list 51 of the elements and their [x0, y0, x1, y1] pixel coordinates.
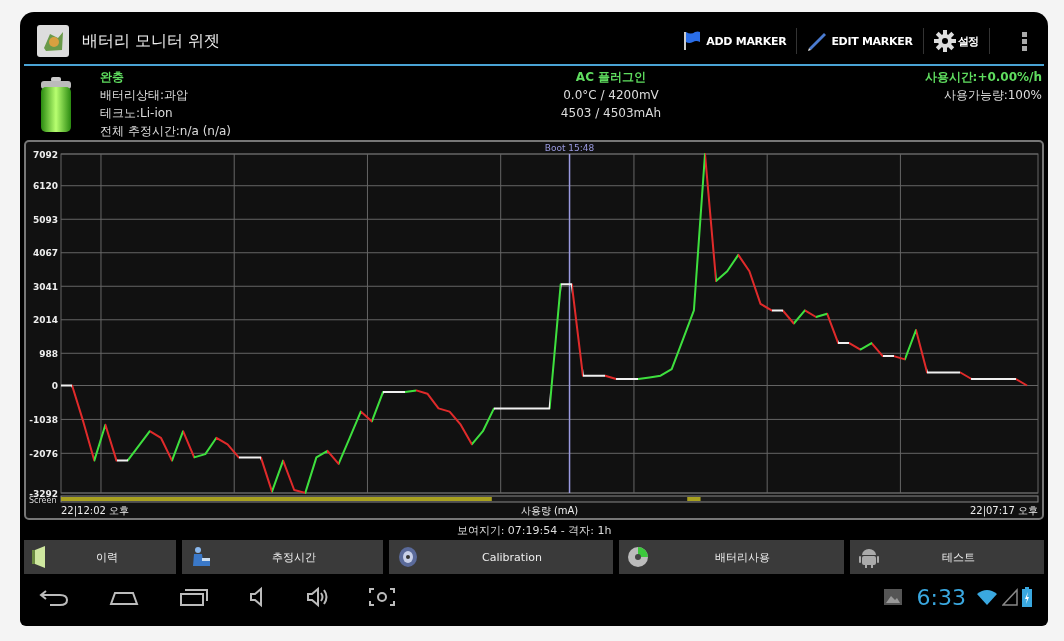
- tab-button[interactable]: 이력: [24, 540, 176, 574]
- action-button[interactable]: ADD MARKER: [680, 26, 789, 56]
- status-text: 0.0°C / 4200mV: [563, 87, 659, 104]
- axis-label: 2014: [32, 315, 58, 326]
- axis-label: 22|07:17 오후: [969, 504, 1038, 517]
- axis-label: 5093: [32, 214, 58, 225]
- volume-up-icon[interactable]: [306, 585, 330, 609]
- figure-icon: [190, 546, 212, 568]
- axis-label: 7092: [32, 149, 58, 160]
- battery-icon: [38, 76, 74, 134]
- status-text: 배터리상태:과압: [100, 87, 190, 104]
- status-text: 사용가능량:100%: [943, 87, 1042, 104]
- app-icon[interactable]: [36, 24, 70, 58]
- screenshot-icon[interactable]: [368, 585, 396, 609]
- axis-label: 6120: [32, 181, 58, 192]
- axis-label: 22|12:02 오후: [61, 504, 130, 517]
- battery-charging-icon: [1022, 587, 1032, 607]
- disc-icon: [397, 546, 419, 568]
- settings-icon: [933, 30, 956, 52]
- axis-title: 사용량 (mA): [520, 504, 579, 517]
- axis-label: 3041: [32, 281, 58, 292]
- grid-info: 보여지기: 07:19:54 - 격자: 1h: [456, 522, 612, 538]
- overflow-menu-icon[interactable]: [1020, 30, 1030, 52]
- tab-button[interactable]: 추정시간: [182, 540, 383, 574]
- signal-icon: [1002, 588, 1018, 606]
- gallery-icon[interactable]: [882, 587, 903, 607]
- axis-label: -2076: [29, 448, 58, 459]
- status-text: 사용시간:+0.00%/h: [924, 69, 1042, 86]
- tab-button[interactable]: 배터리사용: [619, 540, 844, 574]
- status-text: 완충: [100, 69, 125, 86]
- status-text: 전체 추정시간:n/a (n/a): [100, 123, 233, 140]
- app-title: 배터리 모니터 위젯: [82, 30, 221, 52]
- axis-label: 4067: [32, 248, 58, 259]
- status-text: 테크노:Li-ion: [100, 105, 174, 122]
- tab-button[interactable]: Calibration: [389, 540, 613, 574]
- screen-segment: [687, 497, 701, 501]
- status-text: AC 플러그인: [575, 69, 647, 86]
- wifi-icon: [976, 588, 998, 606]
- settings-button[interactable]: 설정: [931, 26, 981, 56]
- axis-label: -1038: [29, 414, 58, 425]
- axis-label: 988: [39, 348, 58, 359]
- action-button[interactable]: EDIT MARKER: [805, 26, 915, 56]
- screen-label: Screen: [29, 496, 57, 504]
- status-text: 4503 / 4503mAh: [560, 105, 662, 122]
- marker-label: Boot 15:48: [544, 143, 595, 153]
- door-icon: [32, 546, 45, 568]
- clock-time: 6:33: [916, 584, 966, 610]
- axis-label: 0: [51, 381, 58, 392]
- disc-icon: [627, 546, 649, 568]
- tab-button[interactable]: 테스트: [850, 540, 1044, 574]
- robot-icon: [858, 546, 880, 568]
